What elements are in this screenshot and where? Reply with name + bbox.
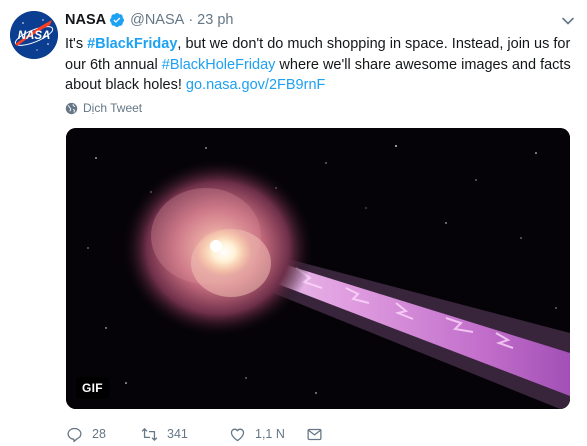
reply-icon (67, 427, 82, 442)
retweet-icon (141, 427, 158, 441)
tweet-actions: 28 341 1,1 N (66, 424, 332, 444)
like-button[interactable]: 1,1 N (229, 426, 306, 443)
tweet-media-gif[interactable]: GIF (66, 128, 570, 409)
tweet-link[interactable]: go.nasa.gov/2FB9rnF (186, 77, 325, 93)
reply-count: 28 (92, 427, 106, 441)
retweet-count: 341 (167, 427, 188, 441)
globe-icon (65, 102, 78, 114)
author-name[interactable]: NASA (65, 12, 106, 28)
text-segment: about black holes! (65, 77, 186, 93)
translate-tweet-button[interactable]: Dịch Tweet (65, 100, 142, 116)
envelope-icon (307, 428, 322, 440)
reply-button[interactable]: 28 (66, 426, 141, 443)
text-segment: It's (65, 36, 88, 52)
tweet-header: NASA @NASA · 23 ph (65, 10, 233, 30)
text-segment: our 6th annual (65, 56, 162, 73)
retweet-button[interactable]: 341 (141, 426, 229, 443)
svg-text:NASA: NASA (18, 30, 51, 42)
avatar[interactable]: NASA (10, 11, 58, 59)
separator-dot: · (188, 12, 194, 28)
gif-badge: GIF (76, 377, 109, 399)
verified-badge-icon (110, 13, 125, 28)
text-segment: where we'll share awesome images and fac… (275, 56, 571, 73)
text-segment: , but we don't do much shopping in space… (177, 36, 571, 52)
black-hole-jet-image (66, 128, 570, 409)
hashtag-blackholefriday[interactable]: #BlackHoleFriday (162, 57, 276, 73)
hashtag-blackfriday[interactable]: #BlackFriday (87, 36, 177, 52)
tweet-text-line: It's #BlackFriday, but we don't do much … (65, 34, 575, 55)
tweet[interactable]: NASA NASA @NASA · 23 ph It's #BlackFrida… (0, 0, 587, 446)
direct-message-button[interactable] (306, 426, 332, 443)
like-count: 1,1 N (255, 427, 285, 441)
nasa-logo: NASA (10, 11, 58, 59)
tweet-text: It's #BlackFriday, but we don't do much … (65, 34, 575, 96)
tweet-text-line: our 6th annual #BlackHoleFriday where we… (65, 55, 575, 76)
chevron-down-icon[interactable] (561, 14, 575, 28)
tweet-text-line: about black holes! go.nasa.gov/2FB9rnF (65, 75, 575, 96)
translate-label: Dịch Tweet (83, 101, 143, 115)
heart-icon (230, 428, 245, 441)
tweet-timestamp[interactable]: 23 ph (197, 12, 233, 28)
author-handle[interactable]: @NASA (130, 12, 184, 28)
